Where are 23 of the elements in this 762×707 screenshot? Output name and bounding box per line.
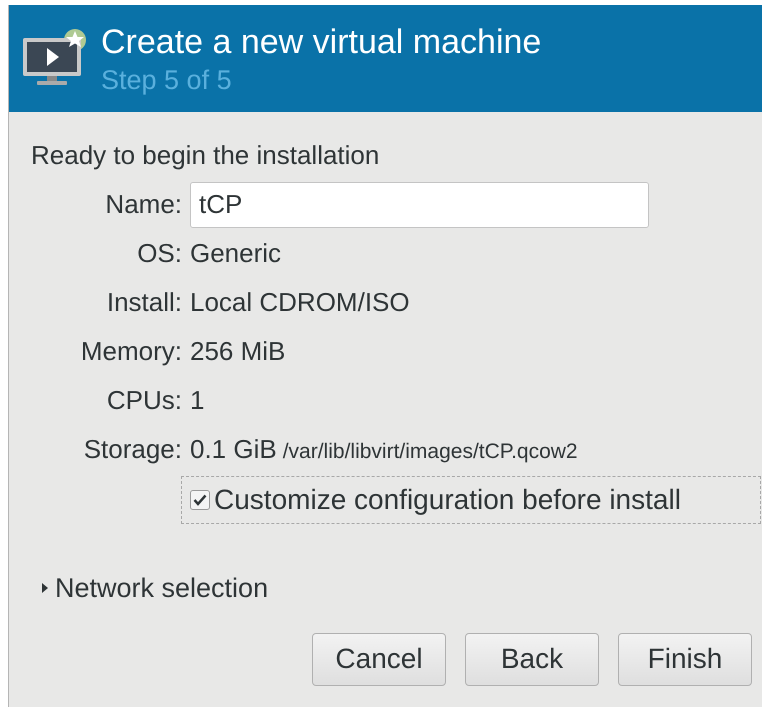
expander-arrow-icon: [41, 582, 49, 594]
step-indicator: Step 5 of 5: [101, 64, 233, 96]
field-label: Memory:: [80, 335, 182, 368]
field-value: 256 MiB: [190, 335, 286, 368]
field-label: Storage:: [84, 433, 182, 466]
section-heading: Ready to begin the installation: [31, 139, 380, 172]
network-expander[interactable]: Network selection: [41, 568, 268, 608]
field-value: 1: [190, 384, 204, 417]
dialog-button[interactable]: Finish: [618, 632, 752, 686]
field-label: Install:: [106, 286, 182, 319]
customize-checkbox[interactable]: Customize configuration before install: [181, 476, 761, 524]
field-value: Generic: [190, 237, 282, 270]
window-title: Create a new virtual machine: [101, 22, 542, 62]
checkbox[interactable]: [190, 490, 210, 510]
field-value: Local CDROM/ISO: [190, 286, 410, 319]
field-label: OS:: [137, 237, 182, 270]
field-label: Name:: [105, 188, 182, 221]
name-field[interactable]: tCP: [190, 182, 649, 228]
field-label: CPUs:: [106, 384, 182, 417]
storage-path: /var/lib/libvirt/images/tCP.qcow2: [282, 439, 578, 465]
dialog-button[interactable]: Back: [465, 632, 599, 686]
dialog-button[interactable]: Cancel: [312, 632, 446, 686]
field-value: 0.1 GiB: [190, 433, 277, 466]
